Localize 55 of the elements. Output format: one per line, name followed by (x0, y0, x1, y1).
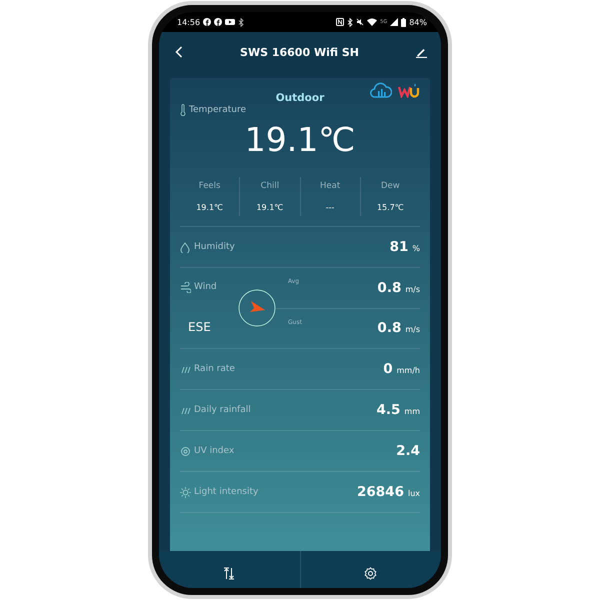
wu-logo-icon[interactable] (398, 82, 420, 98)
reading-value: 19.1℃ (256, 203, 284, 212)
reading-value: 19.1℃ (196, 203, 224, 212)
signal-icon (390, 18, 398, 26)
row-label: Daily rainfall (194, 405, 251, 415)
reading-value: 0 (383, 361, 393, 377)
row-label: Wind (194, 282, 217, 292)
sun-icon (180, 486, 191, 498)
unit-label: m/s (405, 284, 420, 294)
section-title: Outdoor (276, 92, 324, 104)
unit-label: % (412, 244, 420, 253)
bluetooth-icon (238, 18, 244, 26)
status-time: 14:56 (177, 18, 200, 26)
reading-value: --- (326, 203, 334, 212)
reading-label: Chill (260, 181, 280, 191)
wifi-icon (367, 18, 378, 26)
wind-icon (180, 282, 191, 293)
reading-value: 2.4 (396, 443, 420, 459)
uv-icon (180, 446, 191, 456)
reading-value: 81 (390, 239, 408, 255)
cloud-chart-icon[interactable] (370, 82, 392, 98)
reading-value: 15.7℃ (376, 203, 404, 212)
back-icon[interactable] (175, 46, 183, 58)
reading-label: Feels (198, 181, 220, 191)
facebook-icon (214, 18, 222, 26)
reading-label: Dew (381, 181, 400, 191)
sort-arrows-icon (223, 567, 236, 580)
row-label: UV index (194, 446, 234, 456)
thermometer-icon (180, 104, 186, 116)
edit-icon[interactable] (416, 46, 427, 58)
settings-icon (364, 567, 378, 580)
unit-label: mm/h (396, 366, 420, 375)
bluetooth-icon (347, 18, 354, 26)
mute-icon (356, 18, 364, 26)
unit-label: lux (408, 489, 420, 498)
reading-value: 26846 (357, 484, 404, 500)
row-label: Humidity (194, 242, 235, 252)
temperature-label: Temperature (189, 105, 246, 115)
reading-label: Heat (320, 181, 340, 191)
reading-value: 4.5 (376, 402, 400, 418)
row-label: Rain rate (194, 364, 235, 374)
unit-label: mm (404, 407, 420, 416)
battery-percent: 84% (409, 18, 427, 26)
screen-title: SWS 16600 Wifi SH (240, 46, 359, 58)
wind-direction: ESE (187, 320, 212, 334)
drop-icon (180, 242, 191, 252)
nfc-icon (336, 18, 344, 26)
reading-value: 0.8 (377, 280, 402, 296)
unit-label: m/s (405, 325, 420, 334)
row-label: Light intensity (194, 487, 258, 497)
play-icon (225, 18, 236, 26)
reading-value: 0.8 (377, 320, 402, 336)
temperature-value: 19.1℃ (244, 120, 356, 159)
battery-icon (401, 18, 406, 26)
facebook-icon (203, 18, 212, 26)
